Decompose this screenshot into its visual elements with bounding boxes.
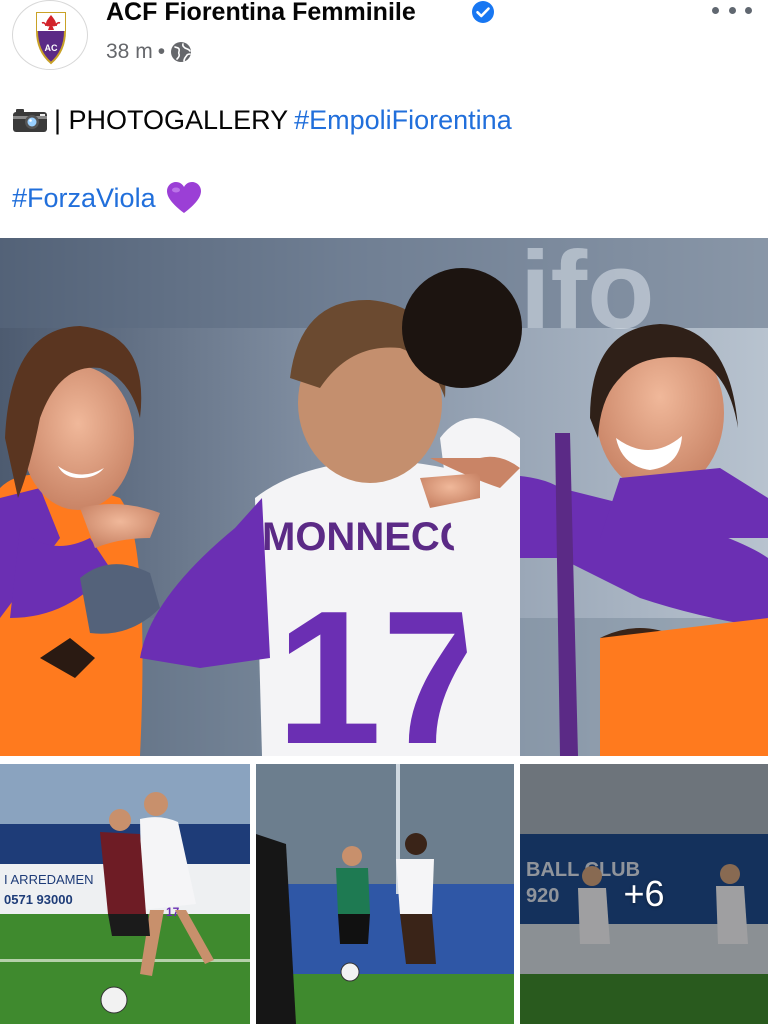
more-dot [728, 6, 736, 14]
more-dot [745, 6, 752, 14]
match-action-photo-1: I ARREDAMEN 0571 93000 17 [0, 764, 250, 1024]
page-name-link[interactable]: ACF Fiorentina Femminile [106, 0, 416, 27]
globe-icon [171, 42, 192, 62]
thumb1-ad-text: I ARREDAMEN [4, 872, 94, 887]
post-header: AC ACF Fiorentina Femminile 38 m • [0, 0, 768, 80]
main-photo[interactable]: ifo MONNECCHI 17 [0, 238, 768, 756]
post-text: | PHOTOGALLERY #EmpoliFiorentina #ForzaV… [12, 102, 756, 213]
post-timestamp[interactable]: 38 m [106, 40, 153, 64]
post-text-line-2: #ForzaViola [12, 180, 202, 216]
more-dot [712, 6, 719, 14]
photo-thumbnail-2[interactable] [256, 764, 514, 1024]
photo-thumbnail-3[interactable]: BALL CLUB 920 +6 [520, 764, 768, 1024]
more-photos-count: +6 [623, 873, 665, 914]
match-action-photo-2 [256, 764, 514, 1024]
fiorentina-crest-icon: AC [17, 2, 85, 69]
camera-emoji-icon [13, 109, 47, 132]
more-photos-overlay[interactable]: +6 [520, 764, 768, 1024]
purple-heart-emoji-icon [166, 182, 201, 213]
thumb1-ad-phone: 0571 93000 [4, 892, 73, 907]
post-text-line-1: | PHOTOGALLERY #EmpoliFiorentina [12, 102, 756, 138]
verified-badge-icon [472, 1, 494, 23]
photo-thumbnail-1[interactable]: I ARREDAMEN 0571 93000 17 [0, 764, 250, 1024]
post-text-prefix: | PHOTOGALLERY [54, 105, 289, 135]
celebration-photo: ifo MONNECCHI 17 [0, 238, 768, 756]
more-options-icon[interactable] [712, 0, 752, 20]
hashtag-forza-viola[interactable]: #ForzaViola [12, 180, 156, 216]
svg-text:AC: AC [45, 43, 58, 53]
meta-separator: • [157, 40, 166, 63]
hashtag-empoli-fiorentina[interactable]: #EmpoliFiorentina [294, 102, 512, 138]
page-avatar[interactable]: AC [12, 0, 88, 70]
post-meta: 38 m • [106, 40, 192, 64]
jersey-number-text: 17 [276, 572, 487, 756]
